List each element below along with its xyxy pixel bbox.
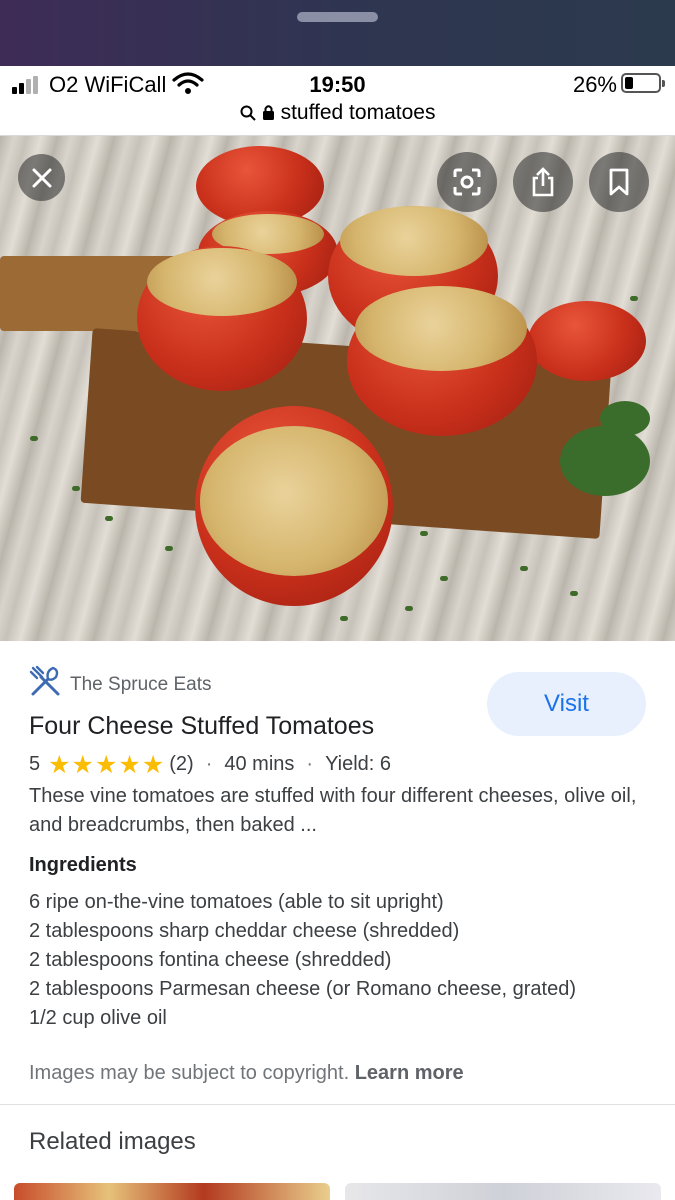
close-icon [32,168,51,187]
parsley [600,401,650,436]
star-icon: ★ [94,750,118,779]
battery-icon [621,73,665,93]
cook-time: 40 mins [224,753,295,775]
herb [440,576,448,581]
utensils-icon [29,665,60,696]
search-icon [240,105,256,121]
star-icon: ★ [141,750,165,779]
learn-more-link[interactable]: Learn more [355,1062,464,1084]
ingredient-item: 6 ripe on-the-vine tomatoes (able to sit… [29,891,444,913]
lens-button[interactable] [437,152,497,212]
herb [630,296,638,301]
review-count: (2) [169,753,194,775]
herb [105,516,113,521]
lens-icon [453,168,481,196]
tomato [528,301,646,381]
rating-row: 5 ★ ★ ★ ★ ★ (2) · 40 mins · Yield: 6 [29,750,392,779]
url-text: stuffed tomatoes [280,101,436,124]
star-icon: ★ [118,750,141,779]
related-images-heading: Related images [29,1128,196,1155]
source-name: The Spruce Eats [70,674,212,695]
save-button[interactable] [589,152,649,212]
parsley [560,426,650,496]
herb [340,616,348,621]
share-icon [532,167,554,197]
address-bar[interactable]: stuffed tomatoes [0,101,675,125]
ingredient-item: 2 tablespoons Parmesan cheese (or Romano… [29,978,576,1000]
star-icon: ★ [48,750,71,779]
rating-value: 5 [29,753,41,775]
battery-percentage: 26% [572,72,617,97]
recipe-yield: Yield: 6 [325,753,392,775]
separator-dot: · [205,753,213,775]
ingredients-list: 6 ripe on-the-vine tomatoes (able to sit… [29,888,659,1033]
herb [420,531,428,536]
herb [405,606,413,611]
divider [0,1104,675,1105]
copyright-notice: Images may be subject to copyright. Lear… [29,1062,464,1085]
recipe-image[interactable] [0,136,675,641]
separator-dot: · [306,753,314,775]
copyright-text: Images may be subject to copyright. [29,1062,350,1084]
star-icon: ★ [71,750,94,779]
stuffing [147,248,297,316]
sheet-header [0,0,675,66]
lock-icon [262,105,274,120]
herb [570,591,578,596]
close-button[interactable] [18,154,65,201]
stuffing [340,206,488,276]
bookmark-icon [609,168,629,196]
recipe-description: These vine tomatoes are stuffed with fou… [29,785,637,836]
herb [30,436,38,441]
drag-handle[interactable] [297,12,378,22]
herb [72,486,80,491]
stuffing [355,286,527,371]
stuffing [200,426,388,576]
ingredient-item: 2 tablespoons sharp cheddar cheese (shre… [29,920,460,942]
star-rating: ★ ★ ★ ★ ★ [48,750,165,779]
recipe-title[interactable]: Four Cheese Stuffed Tomatoes [29,712,374,741]
share-button[interactable] [513,152,573,212]
related-image-thumbnail[interactable] [345,1183,661,1200]
ingredients-heading: Ingredients [29,854,137,876]
herb [165,546,173,551]
herb [520,566,528,571]
visit-button[interactable]: Visit [487,672,646,736]
ingredient-item: 2 tablespoons fontina cheese (shredded) [29,949,392,971]
ingredient-item: 1/2 cup olive oil [29,1007,167,1029]
related-image-thumbnail[interactable] [14,1183,330,1200]
